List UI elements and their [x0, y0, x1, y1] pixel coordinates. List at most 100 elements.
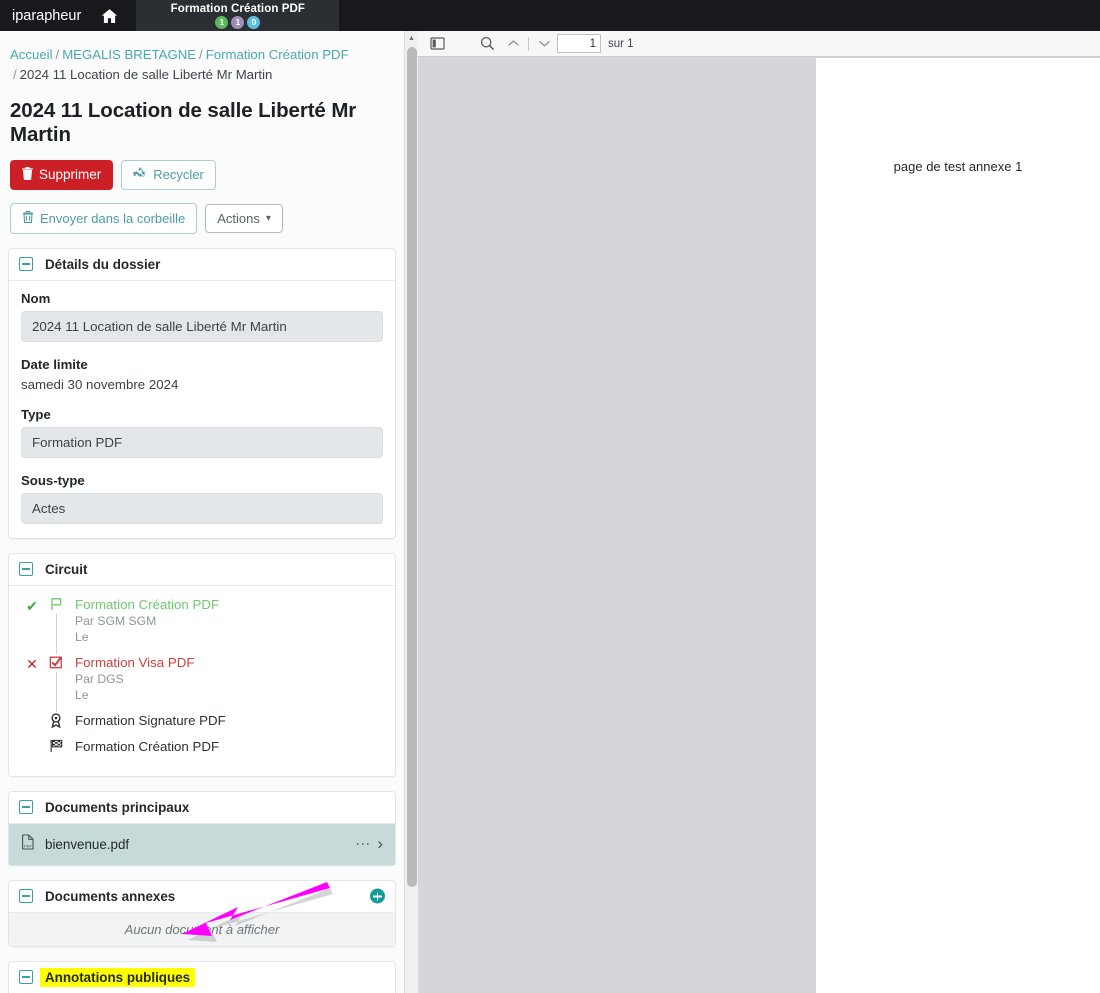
step-name[interactable]: Formation Signature PDF	[75, 712, 226, 729]
step-author: Par SGM SGM	[75, 613, 157, 628]
delete-button[interactable]: Supprimer	[10, 159, 114, 190]
circuit-step[interactable]: Formation Création PDF	[21, 738, 383, 764]
step-content: Formation Signature PDF	[69, 712, 226, 738]
primary-action-row: Supprimer Recycler	[0, 147, 404, 190]
tab-badges: 1 1 0	[215, 16, 261, 29]
card-circuit-title: Circuit	[45, 561, 88, 577]
document-row-bienvenue-pdf[interactable]: PDF bienvenue.pdf ⋮ ›	[9, 823, 395, 865]
card-circuit: Circuit ✔ Formation Création PDF Par SGM…	[8, 552, 396, 777]
breadcrumb-item-formation-creation-pdf[interactable]: Formation Création PDF	[206, 47, 349, 62]
send-to-trash-label: Envoyer dans la corbeille	[40, 210, 186, 226]
scrollbar-thumb[interactable]	[407, 47, 417, 887]
pdf-toolbar: sur 1	[418, 31, 1100, 57]
page-number-input[interactable]	[557, 34, 601, 53]
field-label: Type	[21, 406, 51, 422]
field-value-date-limite: samedi 30 novembre 2024	[21, 376, 179, 392]
step-status-icon	[21, 738, 43, 764]
chevron-down-icon[interactable]	[531, 32, 557, 56]
collapse-toggle-icon[interactable]	[19, 889, 33, 904]
pdf-viewer: sur 1 page de test annexe 1	[418, 31, 1100, 993]
page-total-label: sur 1	[608, 37, 634, 50]
chevron-right-icon[interactable]: ›	[377, 835, 383, 852]
home-icon[interactable]	[101, 8, 118, 24]
field-value-nom[interactable]: 2024 11 Location de salle Liberté Mr Mar…	[21, 310, 383, 342]
field-nom: Nom 2024 11 Location de salle Liberté Mr…	[21, 291, 383, 342]
step-content: Formation Création PDF	[69, 738, 219, 764]
checkbox-checked-icon	[43, 654, 69, 712]
recycle-button-label: Recycler	[153, 167, 204, 183]
step-content: Formation Visa PDF Par DGS Le	[69, 654, 194, 712]
left-panel-scrollbar[interactable]: ▲	[404, 31, 418, 993]
field-date-limite: Date limite samedi 30 novembre 2024	[21, 357, 383, 392]
card-details-header[interactable]: Détails du dossier	[9, 249, 395, 281]
send-to-trash-button[interactable]: Envoyer dans la corbeille	[10, 202, 198, 234]
tab-formation-creation-pdf[interactable]: Formation Création PDF 1 1 0	[136, 0, 340, 31]
delete-button-label: Supprimer	[39, 167, 102, 183]
step-content: Formation Création PDF Par SGM SGM Le	[69, 596, 219, 654]
step-name[interactable]: Formation Visa PDF	[75, 654, 194, 671]
field-value-sous-type[interactable]: Actes	[21, 492, 383, 524]
checkered-flag-icon	[43, 738, 69, 764]
card-documents-annex-title: Documents annexes	[45, 888, 176, 904]
step-date: Le	[75, 687, 89, 702]
breadcrumb-item-megalis-bretagne[interactable]: MEGALIS BRETAGNE	[62, 47, 196, 62]
step-status-icon	[21, 712, 43, 738]
left-detail-panel: Accueil / MEGALIS BRETAGNE / Formation Créat…	[0, 31, 404, 993]
card-documents-annex: Documents annexes Aucun document à affic…	[8, 879, 396, 947]
field-label: Sous-type	[21, 472, 85, 488]
brand-label[interactable]: iparapheur	[12, 8, 81, 24]
breadcrumb: Accueil / MEGALIS BRETAGNE / Formation Créat…	[0, 31, 404, 90]
card-annotations: Annotations publiques Erreur nom de fami…	[8, 960, 396, 993]
card-documents-main-title: Documents principaux	[45, 799, 190, 815]
card-annotations-title: Annotations publiques	[40, 967, 196, 987]
step-date: Le	[75, 629, 89, 644]
step-author: Par DGS	[75, 671, 124, 686]
collapse-toggle-icon[interactable]	[19, 800, 33, 815]
chevron-up-icon[interactable]	[500, 32, 526, 56]
recycle-icon	[133, 166, 147, 183]
signature-seal-icon	[43, 712, 69, 738]
sidebar-toggle-icon[interactable]	[424, 32, 450, 56]
field-label: Date limite	[21, 356, 88, 372]
page-title: 2024 11 Location de salle Liberté Mr Mar…	[10, 98, 357, 146]
secondary-action-row: Envoyer dans la corbeille Actions ▾	[0, 190, 404, 234]
card-annotations-header[interactable]: Annotations publiques	[9, 962, 395, 993]
circuit-step[interactable]: ✕ Formation Visa PDF Par DGS Le	[21, 654, 383, 712]
actions-dropdown-button[interactable]: Actions ▾	[205, 203, 283, 233]
top-navigation-bar: iparapheur Formation Création PDF 1 1 0	[0, 0, 1100, 31]
scroll-up-arrow-icon[interactable]: ▲	[405, 31, 418, 45]
collapse-toggle-icon[interactable]	[19, 562, 33, 577]
plus-circle-icon[interactable]	[370, 888, 385, 904]
document-menu-icon[interactable]: ⋮	[355, 837, 371, 851]
badge-count-green: 1	[215, 16, 229, 29]
recycle-button[interactable]: Recycler	[121, 159, 216, 190]
flag-icon	[43, 596, 69, 654]
card-documents-main-header[interactable]: Documents principaux	[9, 792, 395, 824]
card-documents-main: Documents principaux PDF bienvenue.pdf ⋮…	[8, 790, 396, 866]
trash-bin-icon	[22, 210, 34, 227]
app-root: iparapheur Formation Création PDF 1 1 0 …	[0, 0, 1100, 993]
collapse-toggle-icon[interactable]	[19, 257, 33, 272]
collapse-toggle-icon[interactable]	[19, 970, 33, 985]
documents-annex-empty-text: Aucun document à afficher	[9, 912, 395, 946]
pdf-page-canvas: page de test annexe 1	[816, 58, 1100, 993]
chevron-down-icon: ▾	[265, 212, 271, 224]
card-details-title: Détails du dossier	[45, 256, 161, 272]
step-name[interactable]: Formation Création PDF	[75, 596, 219, 613]
search-icon[interactable]	[474, 32, 500, 56]
circuit-steps: ✔ Formation Création PDF Par SGM SGM Le …	[9, 586, 395, 776]
step-rail	[55, 671, 57, 712]
card-circuit-header[interactable]: Circuit	[9, 554, 395, 586]
step-status-icon: ✔	[26, 597, 38, 614]
card-documents-annex-header[interactable]: Documents annexes	[9, 881, 395, 913]
step-name[interactable]: Formation Création PDF	[75, 738, 219, 755]
breadcrumb-item-current: 2024 11 Location de salle Liberté Mr Mar…	[19, 67, 273, 83]
breadcrumb-item-accueil[interactable]: Accueil	[10, 47, 53, 62]
field-label: Nom	[21, 290, 51, 306]
field-value-type[interactable]: Formation PDF	[21, 426, 383, 458]
circuit-step[interactable]: Formation Signature PDF	[21, 712, 383, 738]
pdf-page-text: page de test annexe 1	[893, 159, 1023, 174]
circuit-step[interactable]: ✔ Formation Création PDF Par SGM SGM Le	[21, 596, 383, 654]
card-details-body: Nom 2024 11 Location de salle Liberté Mr…	[9, 281, 395, 538]
tab-label: Formation Création PDF	[170, 3, 306, 15]
